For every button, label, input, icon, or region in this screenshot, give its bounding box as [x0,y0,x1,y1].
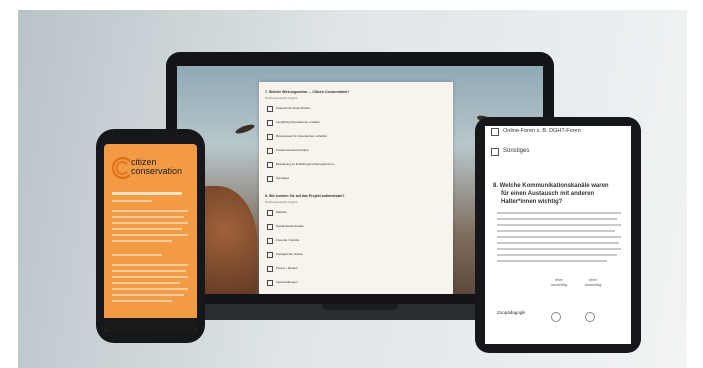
checkbox[interactable] [267,224,273,230]
text-line [112,234,188,236]
text-line [112,240,172,242]
text-line [112,210,188,212]
text-line [497,218,617,220]
scale-label: eher unwichtig [550,277,568,287]
option-label: Sonstiges [503,148,530,154]
phone-bottom-bar [104,318,197,332]
brand-logo-text: citizen conservation [131,157,183,176]
checkbox[interactable] [267,148,273,154]
checkbox[interactable] [267,120,273,126]
question-title-line: Halter*innen wichtig? [501,199,563,205]
text-line [112,228,182,230]
question-title-line: für einen Austausch mit anderen [501,191,595,197]
checkbox[interactable] [267,134,273,140]
text-line [112,294,184,296]
text-line [112,192,182,195]
text-line [497,224,621,226]
question-title-line: 8. Welche Kommunikationskanäle waren [493,183,609,189]
text-line [112,282,180,284]
text-line [112,222,188,224]
phone-screen: citizen conservation [104,144,197,332]
checkbox[interactable] [491,148,499,156]
checkbox[interactable] [267,210,273,216]
checkbox[interactable] [491,128,499,136]
text-line [112,200,152,202]
option-label: Online-Foren z. B. DGHT-Foren [503,128,581,134]
text-line [497,236,621,238]
text-line [497,230,615,232]
marketing-mockup: 7. Welche Wirkungsweise ... Citizen Cons… [0,0,703,368]
text-line [112,288,188,290]
text-line [112,264,188,266]
checkbox[interactable] [267,266,273,272]
text-line [497,212,621,214]
question-title: 7. Welche Wirkungsweise ... Citizen Cons… [265,90,350,94]
checkbox[interactable] [267,280,273,286]
question-title: 8. Wie wurden Sie auf das Projekt aufmer… [265,194,345,198]
survey-form: 7. Welche Wirkungsweise ... Citizen Cons… [259,82,453,294]
tablet-screen: Online-Foren z. B. DGHT-Foren Sonstiges … [485,126,631,344]
rating-radio[interactable] [585,312,595,322]
checkbox[interactable] [267,106,273,112]
question-hint: Mehrfachauswahl möglich [265,96,298,100]
row-label: Zoopädagogik [497,310,526,315]
text-line [112,300,172,302]
checkbox[interactable] [267,162,273,168]
text-line [112,254,162,256]
text-line [497,242,619,244]
text-line [497,260,607,262]
text-line [112,216,184,218]
laptop-notch [322,304,398,310]
text-line [112,270,186,272]
rating-radio[interactable] [551,312,561,322]
checkbox[interactable] [267,176,273,182]
bird-graphic [234,122,256,136]
text-line [497,248,621,250]
question-hint: Mehrfachauswahl möglich [265,200,298,204]
checkbox[interactable] [267,252,273,258]
scale-label: eher unwichtig [584,277,602,287]
checkbox[interactable] [267,238,273,244]
text-line [112,276,188,278]
text-line [497,254,617,256]
